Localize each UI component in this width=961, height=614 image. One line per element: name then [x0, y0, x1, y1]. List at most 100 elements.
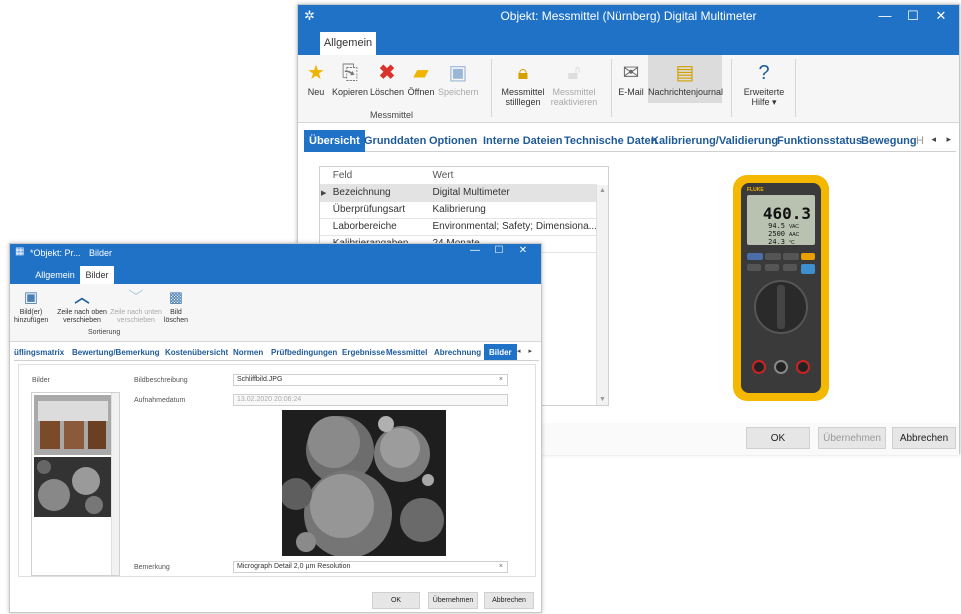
bild-loeschen-button[interactable]: ▩ Bild löschen [162, 287, 190, 325]
tab-interne-dateien[interactable]: Interne Dateien [483, 130, 562, 152]
tab-pruefbedingungen[interactable]: Prüfbedingungen [271, 344, 337, 360]
unlock-icon: 🔓︎ [567, 62, 581, 84]
loeschen-button[interactable]: ✖ Löschen [370, 59, 404, 97]
minimize-icon[interactable]: — [465, 245, 485, 256]
tab-technische-daten[interactable]: Technische Daten [564, 130, 657, 152]
zeile-oben-label-1: Zeile nach oben [57, 309, 107, 316]
zeile-nach-unten-button[interactable]: ﹀ Zeile nach unten verschieben [110, 287, 162, 325]
ok-button[interactable]: OK [746, 427, 810, 449]
minimize-icon[interactable]: — [875, 8, 895, 23]
tab-ergebnisse[interactable]: Ergebnisse [342, 344, 385, 360]
hilfe-label-1: Erweiterte [743, 87, 785, 97]
bemerkung-field[interactable]: Micrograph Detail 2,0 µm Resolution × [233, 561, 508, 573]
abbrechen-button[interactable]: Abbrechen [892, 427, 956, 449]
tab-allgemein[interactable]: Allgemein [320, 32, 376, 55]
zeile-oben-label-2: verschieben [63, 317, 101, 324]
sub-context-label: Bilder [89, 248, 113, 258]
tab-grunddaten[interactable]: Grunddaten [364, 130, 426, 152]
speichern-button[interactable]: ▣ Speichern [438, 59, 479, 97]
app-grid-icon: ▦ [15, 246, 25, 257]
loeschen-label: Löschen [370, 87, 405, 97]
abbrechen-button[interactable]: Abbrechen [484, 592, 534, 609]
bild-hinzufuegen-label-1: Bild(er) [19, 309, 43, 316]
cell-feld: Überprüfungsart [328, 201, 429, 219]
kopieren-button[interactable]: ⎘ Kopieren [332, 59, 368, 97]
bemerkung-value: Micrograph Detail 2,0 µm Resolution [237, 563, 351, 570]
cell-feld: Bezeichnung [328, 184, 429, 202]
table-row[interactable]: Laborbereiche Environmental; Safety; Dim… [320, 218, 597, 236]
neu-button[interactable]: ★ Neu [304, 59, 328, 97]
thumbnail-lab-photo[interactable] [34, 395, 112, 455]
chevron-down-icon: ﹀ [128, 289, 144, 306]
help-icon: ? [758, 62, 770, 84]
sub-window-title: *Objekt: Pr... [30, 248, 81, 258]
thumbnail-scrollbar[interactable] [111, 393, 119, 575]
hilfe-button[interactable]: ? Erweiterte Hilfe ▾ [738, 59, 790, 107]
delete-x-icon: ✖ [378, 62, 396, 84]
grid-scrollbar[interactable]: ▲ ▼ [596, 185, 608, 405]
unit-3: °C [789, 240, 795, 246]
ribbon-separator [731, 59, 732, 117]
main-window-title: Objekt: Messmittel (Nürnberg) Digital Mu… [500, 9, 757, 23]
hilfe-label-2: Hilfe ▾ [751, 97, 777, 107]
column-header-wert[interactable]: Wert [428, 167, 597, 185]
tab-bilder-detail[interactable]: Bilder [484, 344, 517, 360]
tab-scroll-arrows[interactable]: ◂ ▸ [931, 134, 955, 145]
bild-hinzufuegen-label-2: hinzufügen [14, 317, 49, 324]
sub-footer: OK Übernehmen Abbrechen [10, 587, 541, 614]
uebernehmen-button[interactable]: Übernehmen [818, 427, 886, 449]
scroll-up-icon[interactable]: ▲ [599, 187, 606, 194]
cell-wert: Digital Multimeter [428, 184, 597, 202]
main-titlebar[interactable]: ✲ Objekt: Messmittel (Nürnberg) Digital … [298, 5, 959, 27]
tab-bilder[interactable]: Bilder [80, 266, 114, 284]
tab-scroll-arrows[interactable]: ◂ ▸ [517, 347, 535, 355]
aufnahmedatum-value: 13.02.2020 20:06:24 [237, 396, 302, 403]
table-row[interactable]: Überprüfungsart Kalibrierung [320, 201, 597, 219]
sub-ribbon: ▣ Bild(er) hinzufügen ︿ Zeile nach oben … [10, 284, 541, 342]
tab-uebersicht[interactable]: Übersicht [304, 130, 365, 152]
column-header-feld[interactable]: Feld [328, 167, 429, 185]
table-row[interactable]: ▶ Bezeichnung Digital Multimeter [320, 184, 597, 202]
uebernehmen-button[interactable]: Übernehmen [428, 592, 478, 609]
oeffnen-button[interactable]: ▰ Öffnen [406, 59, 436, 97]
thumbnail-micrograph[interactable] [34, 457, 112, 517]
maximize-icon[interactable]: ☐ [489, 245, 509, 256]
tab-optionen[interactable]: Optionen [429, 130, 477, 152]
clear-icon[interactable]: × [499, 563, 503, 570]
image-thumbnail-list[interactable] [31, 392, 120, 576]
clear-icon[interactable]: × [499, 376, 503, 383]
zeile-unten-label-2: verschieben [117, 317, 155, 324]
save-icon: ▣ [448, 62, 468, 84]
bild-loeschen-label-1: Bild [170, 309, 182, 316]
reaktivieren-button[interactable]: 🔓︎ Messmittel reaktivieren [548, 59, 600, 107]
tab-funktionsstatus[interactable]: Funktionsstatus [777, 130, 862, 152]
tab-kalibrierung[interactable]: Kalibrierung/Validierung [651, 130, 778, 152]
maximize-icon[interactable]: ☐ [903, 8, 923, 24]
tab-allgemein[interactable]: Allgemein [34, 266, 76, 284]
close-icon[interactable]: ✕ [513, 245, 533, 256]
tab-h-truncated[interactable]: H [916, 130, 924, 152]
tab-messmittel[interactable]: Messmittel [386, 344, 427, 360]
tab-bewertung[interactable]: Bewertung/Bemerkung [72, 344, 160, 360]
aufnahmedatum-field[interactable]: 13.02.2020 20:06:24 [233, 394, 508, 406]
zeile-nach-oben-button[interactable]: ︿ Zeile nach oben verschieben [56, 287, 108, 325]
tab-kostenuebersicht[interactable]: Kostenübersicht [165, 344, 228, 360]
reading-2: 2500 [768, 230, 785, 238]
tab-normen[interactable]: Normen [233, 344, 263, 360]
bild-hinzufuegen-button[interactable]: ▣ Bild(er) hinzufügen [14, 287, 48, 325]
email-button[interactable]: ✉ E-Mail [616, 59, 646, 97]
ok-button[interactable]: OK [372, 592, 420, 609]
tab-bewegung[interactable]: Bewegung [861, 130, 917, 152]
close-icon[interactable]: ✕ [931, 8, 951, 24]
bildbeschreibung-field[interactable]: Schliffbild.JPG × [233, 374, 508, 386]
tab-pruefungsmatrix[interactable]: üflingsmatrix [14, 344, 64, 360]
stilllegen-button[interactable]: 🔒︎ Messmittel stilllegen [498, 59, 548, 107]
tab-abrechnung[interactable]: Abrechnung [434, 344, 481, 360]
reading-1: 94.5 [768, 222, 785, 230]
bilder-label: Bilder [32, 377, 50, 384]
scroll-down-icon[interactable]: ▼ [599, 396, 606, 403]
journal-icon: ▤ [675, 62, 695, 84]
nachrichtenjournal-button[interactable]: ▤ Nachrichtenjournal [648, 55, 723, 103]
add-image-icon: ▣ [23, 289, 39, 306]
sub-titlebar[interactable]: ▦ *Objekt: Pr... Bilder — ☐ ✕ [10, 244, 541, 262]
